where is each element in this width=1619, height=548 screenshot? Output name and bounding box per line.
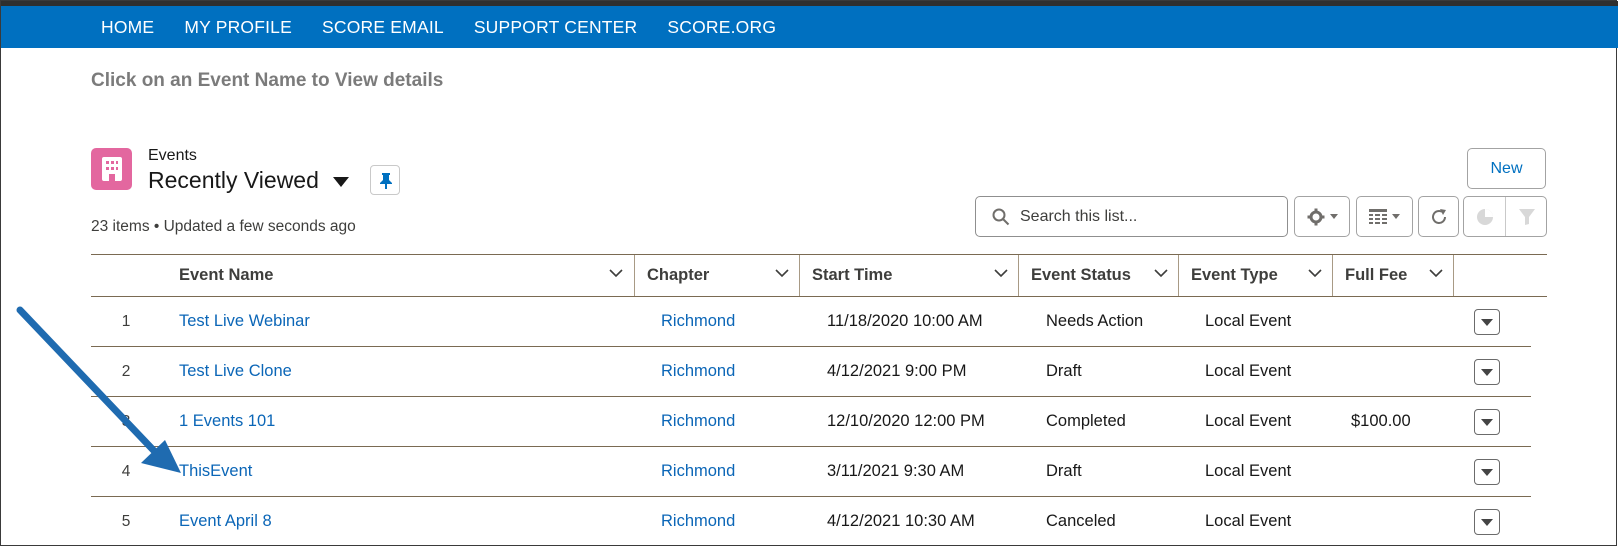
event-status-cell: Completed [1046, 412, 1126, 430]
event-status-cell: Canceled [1046, 512, 1116, 530]
row-number: 2 [121, 362, 131, 380]
row-actions-button[interactable] [1474, 459, 1500, 485]
page-instruction: Click on an Event Name to View details [91, 70, 444, 91]
start-time-cell: 4/12/2021 10:30 AM [827, 512, 975, 530]
chapter-link[interactable]: Richmond [661, 497, 735, 546]
list-settings-button[interactable] [1294, 196, 1350, 237]
chapter-link[interactable]: Richmond [661, 397, 735, 446]
start-time-cell: 12/10/2020 12:00 PM [827, 412, 985, 430]
column-label: Event Name [179, 266, 274, 284]
column-label: Event Status [1031, 266, 1131, 284]
column-header-event-name[interactable]: Event Name [161, 255, 633, 296]
chevron-down-icon [609, 269, 623, 278]
chapter-link[interactable]: Richmond [661, 347, 735, 396]
column-header-chapter[interactable]: Chapter [635, 255, 799, 296]
row-actions-button[interactable] [1474, 309, 1500, 335]
nav-score-email[interactable]: SCORE EMAIL [322, 17, 444, 38]
pie-chart-icon [1477, 209, 1493, 225]
column-header-full-fee[interactable]: Full Fee [1333, 255, 1453, 296]
table-row: 2 Test Live Clone Richmond 4/12/2021 9:0… [91, 347, 1531, 397]
filter-icon [1519, 209, 1535, 225]
table-row: 5 Event April 8 Richmond 4/12/2021 10:30… [91, 497, 1531, 547]
column-label: Chapter [647, 266, 710, 284]
row-number: 5 [121, 512, 131, 530]
chart-filter-group [1463, 196, 1547, 237]
row-actions-button[interactable] [1474, 509, 1500, 535]
chevron-down-icon [1308, 269, 1322, 278]
chapter-link[interactable]: Richmond [661, 297, 735, 346]
table-row: 3 1 Events 101 Richmond 12/10/2020 12:00… [91, 397, 1531, 447]
table-row: 1 Test Live Webinar Richmond 11/18/2020 … [91, 297, 1531, 347]
row-number: 1 [121, 312, 131, 330]
row-actions-button[interactable] [1474, 359, 1500, 385]
start-time-cell: 3/11/2021 9:30 AM [827, 462, 965, 480]
start-time-cell: 11/18/2020 10:00 AM [827, 312, 983, 330]
nav-home[interactable]: HOME [101, 17, 154, 38]
start-time-cell: 4/12/2021 9:00 PM [827, 362, 967, 380]
table-header: Event Name Chapter Start Time Event Stat… [91, 254, 1547, 297]
new-button[interactable]: New [1467, 148, 1546, 189]
event-name-link[interactable]: Test Live Clone [179, 347, 292, 396]
gear-icon [1307, 208, 1324, 225]
column-header-event-status[interactable]: Event Status [1019, 255, 1178, 296]
pin-icon [380, 173, 392, 189]
table-row: 4 ThisEvent Richmond 3/11/2021 9:30 AM D… [91, 447, 1531, 497]
event-type-cell: Local Event [1205, 412, 1292, 430]
event-name-link[interactable]: Test Live Webinar [179, 297, 310, 346]
event-status-cell: Draft [1046, 362, 1082, 380]
event-type-cell: Local Event [1205, 512, 1292, 530]
pin-list-button[interactable] [370, 165, 400, 195]
search-input[interactable]: Search this list... [975, 196, 1288, 237]
building-icon [91, 148, 132, 190]
nav-score-org[interactable]: SCORE.ORG [667, 17, 776, 38]
event-name-link[interactable]: ThisEvent [179, 447, 252, 496]
event-status-cell: Needs Action [1046, 312, 1144, 330]
nav-support-center[interactable]: SUPPORT CENTER [474, 17, 638, 38]
chevron-down-icon [994, 269, 1008, 278]
nav-my-profile[interactable]: MY PROFILE [184, 17, 292, 38]
chapter-link[interactable]: Richmond [661, 447, 735, 496]
button-divider [1505, 197, 1506, 236]
top-navigation: HOME MY PROFILE SCORE EMAIL SUPPORT CENT… [1, 6, 1618, 48]
event-status-cell: Draft [1046, 462, 1082, 480]
event-type-cell: Local Event [1205, 362, 1292, 380]
chevron-down-icon [1429, 269, 1443, 278]
column-label: Full Fee [1345, 266, 1408, 284]
event-type-cell: Local Event [1205, 462, 1292, 480]
event-name-link[interactable]: Event April 8 [179, 497, 272, 546]
column-header-event-type[interactable]: Event Type [1179, 255, 1332, 296]
chevron-down-icon [775, 269, 789, 278]
row-number: 4 [121, 462, 131, 480]
search-icon [992, 208, 1010, 225]
event-name-link[interactable]: 1 Events 101 [179, 397, 275, 446]
table-view-icon [1369, 208, 1387, 224]
chevron-down-icon [1154, 269, 1168, 278]
refresh-button[interactable] [1418, 196, 1459, 237]
object-label: Events [148, 147, 197, 164]
full-fee-cell: $100.00 [1351, 412, 1411, 430]
display-as-button[interactable] [1356, 196, 1413, 237]
list-view-name: Recently Viewed [148, 167, 319, 193]
list-meta: 23 items • Updated a few seconds ago [91, 218, 356, 235]
list-view-selector[interactable]: Recently Viewed [148, 167, 349, 194]
column-label: Start Time [812, 266, 893, 284]
chevron-down-icon [1392, 214, 1400, 219]
column-label: Event Type [1191, 266, 1278, 284]
caret-down-icon [332, 176, 349, 187]
row-actions-button[interactable] [1474, 409, 1500, 435]
column-divider [1453, 255, 1454, 296]
search-placeholder: Search this list... [1020, 207, 1138, 225]
row-number: 3 [121, 412, 131, 430]
event-type-cell: Local Event [1205, 312, 1292, 330]
chevron-down-icon [1329, 214, 1338, 219]
refresh-icon [1431, 208, 1446, 224]
column-header-start-time[interactable]: Start Time [800, 255, 1018, 296]
